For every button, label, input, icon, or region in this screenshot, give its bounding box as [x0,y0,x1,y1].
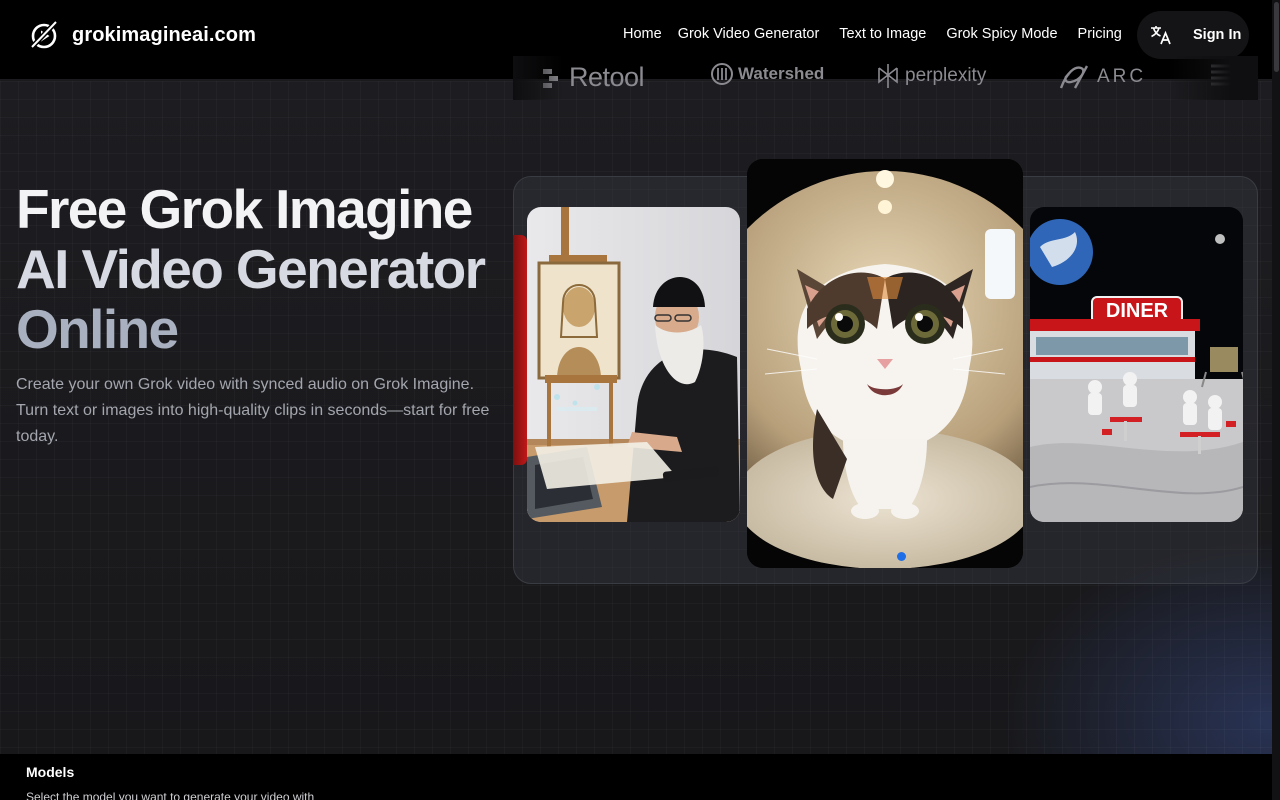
models-section: Models Select the model you want to gene… [0,754,1280,800]
logos-fade-left [513,56,563,100]
gallery-card-artist[interactable] [527,207,740,522]
language-button[interactable] [1137,11,1185,59]
page-scrollbar[interactable] [1272,0,1280,800]
brand[interactable]: grokimagineai.com [28,18,256,52]
logo-watershed-text: Watershed [738,64,825,83]
moon-diner-video-thumbnail: DINER [1030,207,1243,522]
hero-title-line-2: AI Video Generator [16,238,486,300]
logos-fade-right [1168,56,1258,100]
artist-video-thumbnail [527,207,740,522]
logo-perplexity-text: perplexity [905,65,987,86]
gallery-card-moon-diner[interactable]: DINER [1030,207,1243,522]
page-scrollbar-thumb[interactable] [1274,2,1279,72]
main-nav: Home Grok Video Generator Text to Image … [623,26,1122,42]
hero-title: Free Grok Imagine AI Video Generator Onl… [16,179,506,359]
nav-home[interactable]: Home [623,26,662,42]
gallery-peek-left [513,235,527,465]
sign-in-button[interactable]: Sign In [1193,27,1241,43]
hero-title-line-3: Online [16,298,179,360]
gallery-card-kitten[interactable] [747,159,1023,568]
nav-pricing[interactable]: Pricing [1078,26,1122,42]
nav-text-to-image[interactable]: Text to Image [839,26,926,42]
brand-name: grokimagineai.com [72,23,256,46]
logo-arc: ARC [1057,62,1146,92]
logo-watershed: Watershed [710,62,824,86]
hero-title-line-1: Free Grok Imagine [16,178,473,240]
kitten-video-thumbnail [747,159,1023,568]
nav-grok-spicy-mode[interactable]: Grok Spicy Mode [946,26,1057,42]
perplexity-mark-icon [878,64,898,88]
brand-logo-icon [29,19,59,50]
diner-sign: DINER [1106,300,1169,322]
logo-perplexity: perplexity [875,62,986,90]
models-description: Select the model you want to generate yo… [26,790,315,800]
carousel-indicator-active[interactable] [897,552,906,561]
partner-logos: Retool Watershed perplexity ARC [513,56,1258,100]
arc-mark-icon [1059,65,1089,89]
nav-grok-video-generator[interactable]: Grok Video Generator [678,26,820,42]
header-actions: Sign In [1137,11,1249,59]
models-title: Models [26,764,75,780]
logo-retool-text: Retool [569,62,645,92]
watershed-mark-icon [711,63,733,85]
hero-subtitle: Create your own Grok video with synced a… [16,376,490,445]
translate-icon [1151,26,1171,45]
logo-arc-text: ARC [1097,66,1147,87]
